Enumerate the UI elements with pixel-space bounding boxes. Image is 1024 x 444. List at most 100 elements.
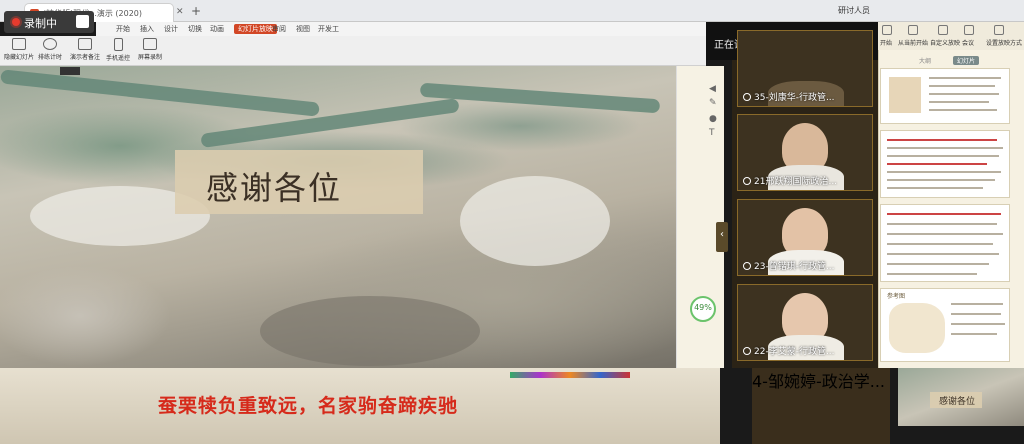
custom-show-icon	[938, 25, 948, 35]
text-icon[interactable]: T	[709, 128, 715, 138]
slide-canvas[interactable]	[0, 66, 676, 384]
screen-record-icon	[143, 38, 157, 50]
text-line	[951, 303, 1003, 305]
screen-record-button[interactable]: 屏幕录制	[138, 38, 162, 61]
participant-tile[interactable]: 21邢跃翔国际政治...	[737, 114, 873, 191]
participant-name: 4-邹婉婷-政治学...	[752, 368, 890, 392]
render-glitch	[510, 372, 630, 378]
browser-tab-bar: (精华版)现代...演示 (2020) ✕ + 研讨人员	[0, 0, 1024, 22]
start-from-current-button[interactable]: 从当前开始	[898, 38, 928, 47]
participant-tile[interactable]: 4-邹婉婷-政治学...	[752, 368, 890, 444]
start-from-beginning-button[interactable]: 开始	[880, 38, 892, 47]
text-line	[887, 263, 989, 265]
text-line	[887, 163, 987, 165]
participant-name-text: 21邢跃翔国际政治...	[754, 177, 838, 187]
laser-icon[interactable]: ●	[709, 114, 717, 124]
ribbon-toolbar: 隐藏幻灯片 排练计时 演示者备注 手机遥控 屏幕录制	[0, 36, 706, 66]
participant-name-text: 23-曾锴琪-行政管...	[754, 262, 835, 272]
menu-slideshow[interactable]: 幻灯片放映	[234, 24, 277, 34]
text-line	[951, 313, 1001, 315]
river-shape	[0, 69, 320, 117]
map-thumbnail	[889, 303, 945, 353]
thumbnail-image	[889, 77, 921, 113]
start-icon	[882, 25, 892, 35]
menu-view[interactable]: 视图	[296, 24, 310, 34]
notes-label: 演示者备注	[70, 54, 101, 61]
slide-motto: 蚕栗犊负重致远，名家驹奋蹄疾驰	[158, 395, 459, 417]
hide-slide-label: 隐藏幻灯片	[4, 54, 35, 61]
inner-record-stub	[60, 67, 80, 75]
slide-side-tools: ◀ ✎ ● T	[676, 66, 724, 368]
menu-animation[interactable]: 动画	[210, 24, 224, 34]
text-line	[887, 179, 995, 181]
menu-developer[interactable]: 开发工	[318, 24, 339, 34]
text-line	[887, 171, 1001, 173]
text-line	[887, 243, 993, 245]
rehearse-timing-button[interactable]: 排练计时	[38, 38, 62, 61]
menu-transition[interactable]: 切换	[188, 24, 202, 34]
text-line	[887, 213, 1001, 215]
slide-thumbnail[interactable]	[880, 68, 1010, 124]
participant-tile[interactable]: 35-刘康华-行政管...	[737, 30, 873, 107]
participant-name: 23-曾锴琪-行政管...	[742, 259, 835, 272]
phone-label: 手机遥控	[106, 55, 131, 62]
recording-label: 录制中	[24, 17, 57, 30]
text-line	[887, 147, 1003, 149]
text-line	[887, 273, 977, 275]
participant-name-text: 22-李艾蒙-行政管...	[754, 347, 835, 357]
participant-name-text: 4-邹婉婷-政治学...	[752, 372, 885, 391]
meeting-icon	[964, 25, 974, 35]
meeting-button[interactable]: 会议	[962, 38, 974, 47]
hide-slide-button[interactable]: 隐藏幻灯片	[4, 38, 34, 61]
participant-tile[interactable]: 23-曾锴琪-行政管...	[737, 199, 873, 276]
slide-thumbnail[interactable]	[880, 204, 1010, 282]
menu-home[interactable]: 开始	[116, 24, 130, 34]
show-settings-button[interactable]: 设置放映方式	[986, 38, 1022, 47]
slide-thumbnail[interactable]	[880, 130, 1010, 198]
ribbon-menu: 开始 插入 设计 切换 动画 幻灯片放映 审阅 视图 开发工	[96, 22, 706, 36]
screen-record-label: 屏幕录制	[138, 54, 163, 61]
recording-indicator[interactable]: 录制中	[4, 11, 94, 33]
account-label[interactable]: 研讨人员	[838, 5, 870, 16]
text-line	[951, 323, 1005, 325]
text-line	[887, 187, 983, 189]
app-window: (精华版)现代...演示 (2020) ✕ + 研讨人员 录制中 开始 插入 设…	[0, 0, 1024, 444]
close-tab-icon[interactable]: ✕	[176, 7, 184, 17]
slideshow-toolbar: 开始 从当前开始 自定义放映 会议 设置放映方式	[878, 22, 1024, 50]
tab-slides[interactable]: 幻灯片	[953, 56, 980, 65]
ridge-shape	[460, 176, 610, 266]
presenter-notes-button[interactable]: 演示者备注	[70, 38, 100, 61]
slide-thumbnail[interactable]: 参考图	[880, 288, 1010, 362]
menu-insert[interactable]: 插入	[140, 24, 154, 34]
phone-remote-button[interactable]: 手机遥控	[106, 38, 130, 62]
text-line	[929, 77, 1001, 79]
pen-icon[interactable]: ✎	[709, 98, 717, 108]
participant-tile[interactable]: 22-李艾蒙-行政管...	[737, 284, 873, 361]
section-label: 参考图	[887, 293, 906, 300]
new-tab-button[interactable]: +	[191, 4, 201, 18]
text-line	[929, 93, 999, 95]
timer-icon	[43, 38, 57, 50]
record-icon	[12, 18, 20, 26]
timer-unit: %	[704, 303, 712, 312]
rehearse-label: 排练计时	[38, 54, 63, 61]
text-line	[887, 223, 997, 225]
thumb-title: 感谢各位	[939, 397, 976, 407]
participant-name: 35-刘康华-行政管...	[742, 90, 835, 103]
text-line	[887, 233, 1003, 235]
slide-title: 感谢各位	[206, 169, 343, 207]
collapse-panel-button[interactable]: ‹	[716, 222, 728, 252]
notes-icon	[78, 38, 92, 50]
settings-icon	[994, 25, 1004, 35]
pointer-icon[interactable]: ◀	[709, 84, 716, 94]
tab-outline[interactable]: 大纲	[919, 56, 931, 65]
custom-show-button[interactable]: 自定义放映	[930, 38, 960, 47]
stop-recording-button[interactable]	[76, 15, 89, 28]
participant-name-text: 35-刘康华-行政管...	[754, 93, 835, 103]
current-icon	[908, 25, 918, 35]
text-line	[929, 85, 995, 87]
participant-name: 22-李艾蒙-行政管...	[742, 344, 835, 357]
menu-review[interactable]: 审阅	[272, 24, 286, 34]
text-line	[951, 333, 997, 335]
menu-design[interactable]: 设计	[164, 24, 178, 34]
